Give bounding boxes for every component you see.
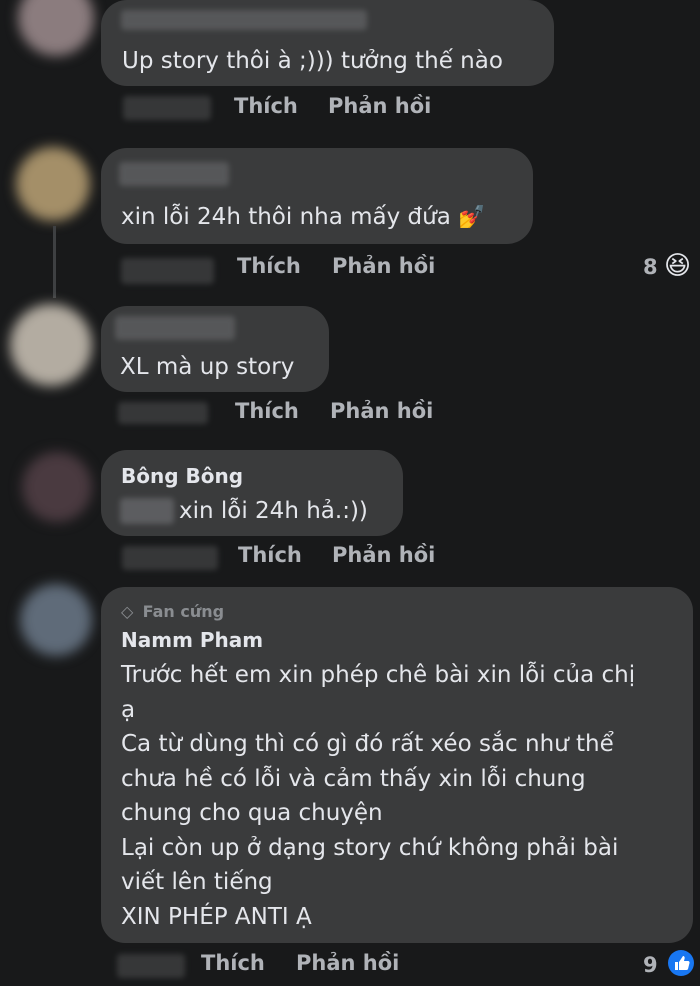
comment-line: chưa hề có lỗi và cảm thấy xin lỗi chung [121, 765, 586, 792]
reaction-count[interactable]: 9 [643, 953, 658, 977]
reaction-count[interactable]: 8 [643, 255, 658, 279]
comment-bubble: XL mà up story [101, 306, 329, 392]
like-button[interactable]: Thích [235, 399, 299, 423]
comment-line: Ca từ dùng thì có gì đó rất xéo sắc như … [121, 731, 614, 757]
author-name-blurred [119, 162, 229, 186]
comment-text: XL mà up story [120, 354, 295, 380]
mention-blurred [120, 498, 174, 524]
reply-button[interactable]: Phản hồi [328, 94, 431, 118]
comment-line: viết lên tiếng [121, 869, 273, 895]
like-icon[interactable] [668, 950, 694, 976]
author-name-blurred [121, 10, 367, 30]
comment-bubble: Up story thôi à ;))) tưởng thế nào [101, 0, 554, 86]
comment-author[interactable]: Namm Pham [121, 628, 263, 652]
reply-button[interactable]: Phản hồi [332, 254, 435, 278]
reply-button[interactable]: Phản hồi [330, 399, 433, 423]
comment-text: xin lỗi 24h thôi nha mấy đứa 💅 [121, 200, 486, 235]
avatar[interactable] [16, 147, 90, 221]
comment-author[interactable]: Bông Bông [121, 464, 243, 488]
timestamp-blurred [122, 546, 218, 570]
timestamp-blurred [118, 402, 208, 424]
reply-button[interactable]: Phản hồi [332, 543, 435, 567]
avatar[interactable] [20, 584, 92, 656]
haha-reaction-icon[interactable]: 😆 [664, 251, 691, 281]
comment-line: chung cho qua chuyện [121, 800, 383, 826]
comment-bubble: xin lỗi 24h thôi nha mấy đứa 💅 [101, 148, 533, 244]
thread-line [53, 226, 56, 298]
comment-text-body: xin lỗi 24h thôi nha mấy đứa [121, 204, 451, 230]
timestamp-blurred [123, 96, 211, 120]
nail-polish-emoji: 💅 [458, 205, 486, 230]
comment-bubble: ◇ Fan cứng Namm Pham Trước hết em xin ph… [101, 587, 693, 943]
comment-line: XIN PHÉP ANTI Ạ [121, 903, 312, 930]
fan-badge-label: Fan cứng [142, 602, 225, 621]
like-button[interactable]: Thích [237, 254, 301, 278]
reply-button[interactable]: Phản hồi [296, 951, 399, 975]
like-button[interactable]: Thích [238, 543, 302, 567]
like-button[interactable]: Thích [201, 951, 265, 975]
comment-bubble: Bông Bông xin lỗi 24h hả.:)) [101, 450, 403, 536]
avatar[interactable] [10, 304, 92, 386]
comment-line: Lại còn up ở dạng story chứ không phải b… [121, 834, 619, 861]
comment-line: Trước hết em xin phép chê bài xin lỗi củ… [121, 662, 636, 688]
author-name-blurred [115, 316, 235, 340]
avatar[interactable] [18, 0, 94, 56]
diamond-icon: ◇ [121, 602, 134, 621]
comment-text: Up story thôi à ;))) tưởng thế nào [122, 48, 503, 74]
fan-badge: ◇ Fan cứng [121, 602, 224, 621]
comment-text: Trước hết em xin phép chê bài xin lỗi củ… [121, 658, 635, 934]
comment-text: xin lỗi 24h hả.:)) [179, 498, 368, 524]
timestamp-blurred [121, 258, 214, 284]
comment-line: ạ [121, 696, 136, 723]
timestamp-blurred [117, 954, 185, 978]
avatar[interactable] [22, 452, 92, 522]
like-button[interactable]: Thích [234, 94, 298, 118]
